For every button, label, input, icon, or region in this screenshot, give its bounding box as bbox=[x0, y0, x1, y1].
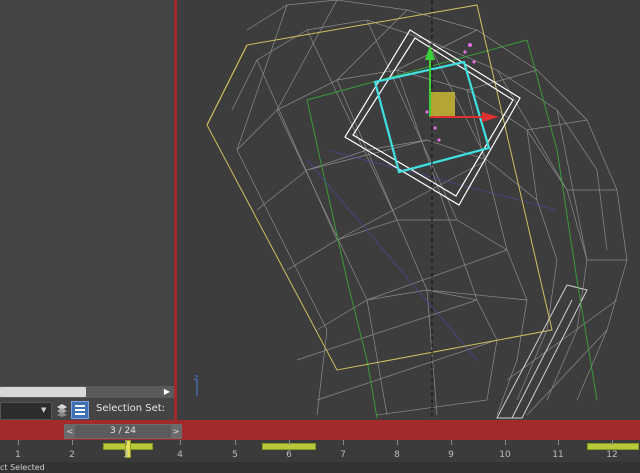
tick-label: 1 bbox=[15, 450, 21, 460]
3d-viewport[interactable]: z bbox=[177, 0, 640, 420]
svg-text:z: z bbox=[194, 373, 198, 382]
tick bbox=[343, 440, 344, 445]
keyframe-marker[interactable] bbox=[587, 443, 639, 450]
tick bbox=[18, 440, 19, 445]
time-slider-bar: < 3 / 24 > bbox=[0, 420, 640, 440]
tick bbox=[235, 440, 236, 445]
tick-label: 8 bbox=[394, 450, 400, 460]
tick bbox=[505, 440, 506, 445]
tick-label: 6 bbox=[286, 450, 292, 460]
track-bar[interactable]: 1 2 3 4 5 6 7 8 9 10 11 12 bbox=[0, 440, 640, 462]
selection-set-label: Selection Set: bbox=[96, 403, 166, 414]
tick bbox=[612, 440, 613, 445]
selection-set-icon[interactable] bbox=[71, 401, 89, 419]
scrollbar-thumb[interactable] bbox=[0, 387, 86, 397]
tick bbox=[72, 440, 73, 445]
next-frame-button[interactable]: > bbox=[171, 425, 181, 438]
prev-frame-button[interactable]: < bbox=[65, 425, 75, 438]
tick-label: 2 bbox=[69, 450, 75, 460]
named-selection-dropdown[interactable]: ▼ bbox=[0, 402, 52, 420]
panel-horizontal-scrollbar[interactable]: ▶ bbox=[0, 386, 174, 398]
tick bbox=[451, 440, 452, 445]
wireframe-scene[interactable]: z bbox=[177, 0, 640, 420]
status-text: ct Selected bbox=[0, 463, 45, 472]
tick bbox=[289, 440, 290, 445]
command-panel bbox=[0, 0, 174, 420]
layers-icon[interactable] bbox=[56, 403, 68, 417]
tick-label: 11 bbox=[552, 450, 564, 460]
tick-label: 5 bbox=[232, 450, 238, 460]
tick bbox=[397, 440, 398, 445]
selection-set-row: ▼ Selection Set: bbox=[0, 400, 174, 420]
chevron-down-icon: ▼ bbox=[41, 406, 47, 414]
tick bbox=[126, 440, 127, 445]
status-bar: ct Selected bbox=[0, 462, 640, 473]
tick-label: 12 bbox=[606, 450, 618, 460]
tick-label: 4 bbox=[177, 450, 183, 460]
chevron-right-icon[interactable]: ▶ bbox=[162, 386, 172, 398]
frame-counter[interactable]: < 3 / 24 > bbox=[64, 424, 182, 439]
tick-label: 3 bbox=[123, 450, 129, 460]
tick-label: 10 bbox=[499, 450, 511, 460]
tick-label: 7 bbox=[340, 450, 346, 460]
tick bbox=[180, 440, 181, 445]
current-frame-label: 3 / 24 bbox=[110, 426, 136, 436]
tick bbox=[558, 440, 559, 445]
tick-label: 9 bbox=[448, 450, 454, 460]
